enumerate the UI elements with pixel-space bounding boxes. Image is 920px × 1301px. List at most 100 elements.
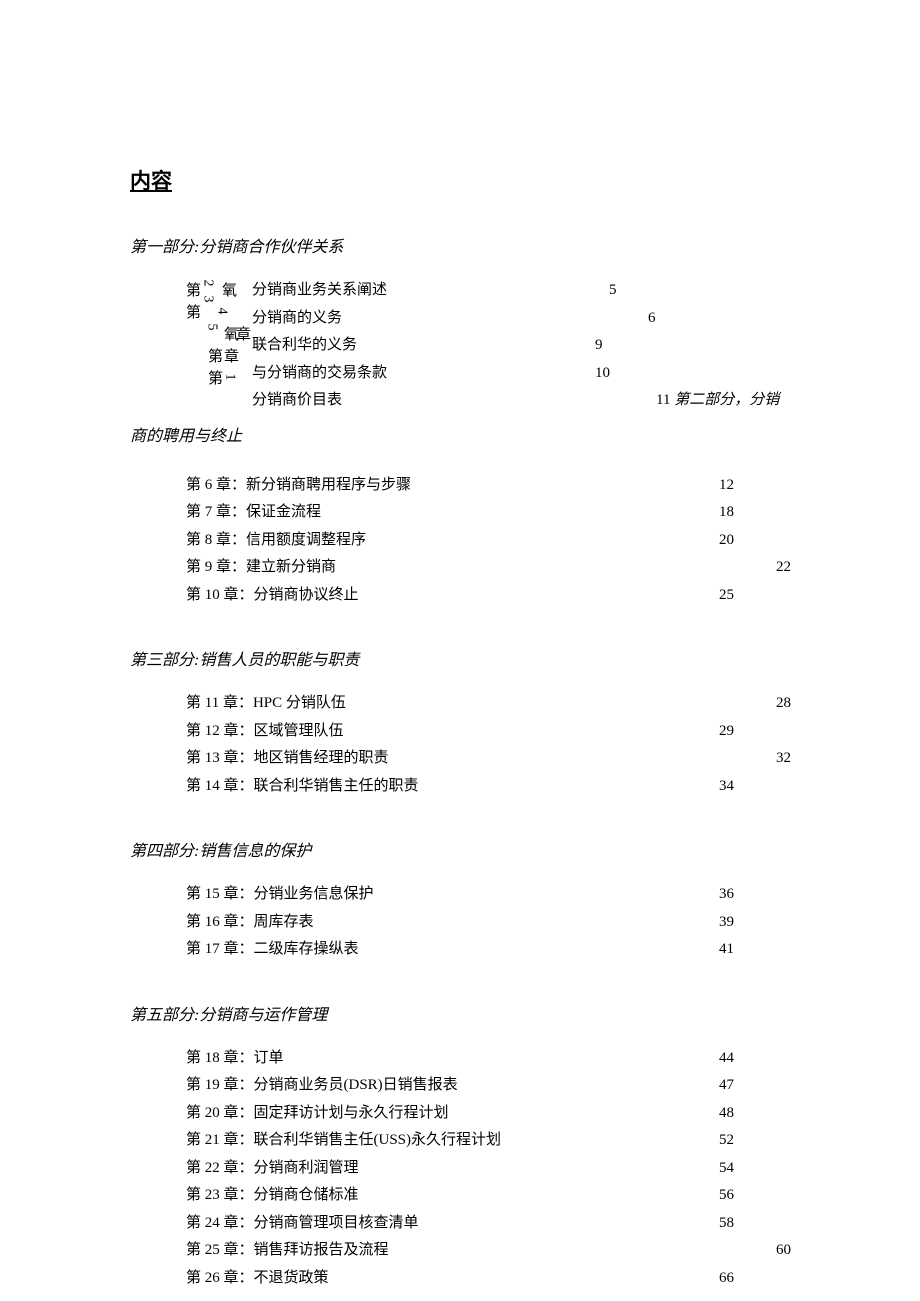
section-4-heading: 第四部分:销售信息的保护 [130,837,795,861]
page-title: 内容 [130,165,795,195]
toc-label: 第 7 章：保证金流程 [186,501,321,524]
toc-page-number: 47 [719,1074,734,1097]
toc-page-number: 39 [719,911,734,934]
toc-page-number: 28 [776,692,791,715]
toc-page-number: 52 [719,1129,734,1152]
toc-row: 第 23 章：分销商仓储标准 56 [186,1184,795,1207]
toc-page-number: 6 [648,307,656,330]
toc-section-5: 第 18 章：订单 44 第 19 章：分销商业务员(DSR)日销售报表 47 … [186,1047,795,1290]
toc-row: 第 12 章：区域管理队伍 29 [186,720,795,743]
toc-page-number: 48 [719,1102,734,1125]
toc-page-number: 66 [719,1267,734,1290]
toc-page-number: 20 [719,529,734,552]
toc-row: 与分销商的交易条款 10 [252,362,795,385]
toc-page-number: 54 [719,1157,734,1180]
toc-row: 第 20 章：固定拜访计划与永久行程计划 48 [186,1102,795,1125]
toc-label: 第 16 章：周库存表 [186,911,314,934]
chapter-number: 1 [222,374,238,381]
toc-label: 第 18 章：订单 [186,1047,284,1070]
toc-row: 第 14 章：联合利华销售主任的职责 34 [186,775,795,798]
toc-row: 分销商价目表 11 第二部分，分销 [252,389,795,412]
toc-row: 第 6 章：新分销商聘用程序与步骤 12 [186,474,795,497]
toc-row: 第 10 章：分销商协议终止 25 [186,584,795,607]
toc-section-2: 第 6 章：新分销商聘用程序与步骤 12 第 7 章：保证金流程 18 第 8 … [186,474,795,607]
toc-row: 第 8 章：信用额度调整程序 20 [186,529,795,552]
document-page: 内容 第一部分:分销商合作伙伴关系 第 第 第 第 2 3 4 5 1 氧 章 … [0,0,920,1289]
toc-page-number: 60 [776,1239,791,1262]
char-di: 第 [208,345,223,366]
toc-page-number: 12 [719,474,734,497]
toc-section-4: 第 15 章：分销业务信息保护 36 第 16 章：周库存表 39 第 17 章… [186,883,795,961]
toc-page-number: 36 [719,883,734,906]
toc-row: 第 22 章：分销商利润管理 54 [186,1157,795,1180]
toc-label: 第 8 章：信用额度调整程序 [186,529,366,552]
toc-label: 分销商业务关系阐述 [252,279,387,302]
section-2-heading-part2: 商的聘用与终止 [130,422,795,446]
toc-page-number: 58 [719,1212,734,1235]
chapter-number: 4 [214,308,230,315]
toc-row: 第 15 章：分销业务信息保护 36 [186,883,795,906]
toc-row: 第 9 章：建立新分销商 22 [186,556,795,579]
chapter-number: 5 [204,324,220,331]
toc-page-number: 25 [719,584,734,607]
toc-page-number: 5 [609,279,617,302]
toc-label: 第 12 章：区域管理队伍 [186,720,344,743]
toc-label: 第 13 章：地区销售经理的职责 [186,747,389,770]
toc-row: 分销商的义务 6 [252,307,795,330]
toc-row: 第 18 章：订单 44 [186,1047,795,1070]
chapter-number: 2 [200,280,216,287]
section-2-heading-part1: 第二部分，分销 [674,392,779,408]
toc-row: 第 26 章：不退货政策 66 [186,1267,795,1290]
toc-label: 第 24 章：分销商管理项目核查清单 [186,1212,419,1235]
toc-label: 第 26 章：不退货政策 [186,1267,329,1290]
toc-label: 第 11 章：HPC 分销队伍 [186,692,346,715]
toc-section-1: 第 第 第 第 2 3 4 5 1 氧 章 章 氧 分销商业务关系阐述 5 分销… [186,279,795,412]
toc-label: 第 21 章：联合利华销售主任(USS)永久行程计划 [186,1129,501,1152]
toc-page-number: 34 [719,775,734,798]
toc-row: 第 13 章：地区销售经理的职责 32 [186,747,795,770]
toc-label: 第 17 章：二级库存操纵表 [186,938,359,961]
toc-row: 第 11 章：HPC 分销队伍 28 [186,692,795,715]
toc-row: 分销商业务关系阐述 5 [252,279,795,302]
toc-label: 第 6 章：新分销商聘用程序与步骤 [186,474,411,497]
toc-label: 联合利华的义务 [252,334,357,357]
char-zhang: 章 [224,345,239,366]
toc-label: 第 15 章：分销业务信息保护 [186,883,374,906]
toc-label: 第 22 章：分销商利润管理 [186,1157,359,1180]
toc-page-number: 32 [776,747,791,770]
toc-row: 第 17 章：二级库存操纵表 41 [186,938,795,961]
toc-row: 第 25 章：销售拜访报告及流程 60 [186,1239,795,1262]
toc-row: 第 16 章：周库存表 39 [186,911,795,934]
char-di: 第 [186,301,201,322]
toc-row: 第 7 章：保证金流程 18 [186,501,795,524]
toc-label: 第 10 章：分销商协议终止 [186,584,359,607]
toc-item-list: 分销商业务关系阐述 5 分销商的义务 6 联合利华的义务 9 与分销商的交易条款… [252,279,795,412]
char-zhang: 氧 [222,279,237,300]
section-3-heading: 第三部分:销售人员的职能与职责 [130,646,795,670]
toc-label: 与分销商的交易条款 [252,362,387,385]
toc-page-number: 10 [595,362,610,385]
toc-page-number: 11 第二部分，分销 [656,389,779,412]
toc-label: 第 25 章：销售拜访报告及流程 [186,1239,389,1262]
chapter-number: 3 [200,296,216,303]
toc-label: 第 9 章：建立新分销商 [186,556,336,579]
toc-label: 第 14 章：联合利华销售主任的职责 [186,775,419,798]
toc-section-3: 第 11 章：HPC 分销队伍 28 第 12 章：区域管理队伍 29 第 13… [186,692,795,797]
toc-label: 第 20 章：固定拜访计划与永久行程计划 [186,1102,449,1125]
toc-page-number: 56 [719,1184,734,1207]
toc-row: 联合利华的义务 9 [252,334,795,357]
toc-label: 分销商的义务 [252,307,342,330]
toc-page-number: 18 [719,501,734,524]
toc-page-number: 41 [719,938,734,961]
toc-page-number: 44 [719,1047,734,1070]
toc-label: 第 23 章：分销商仓储标准 [186,1184,359,1207]
toc-row: 第 19 章：分销商业务员(DSR)日销售报表 47 [186,1074,795,1097]
toc-row: 第 24 章：分销商管理项目核查清单 58 [186,1212,795,1235]
toc-page-number: 29 [719,720,734,743]
char-zhang: 氧 [224,323,239,344]
section-1-heading: 第一部分:分销商合作伙伴关系 [130,233,795,257]
toc-page-number-text: 11 [656,392,670,408]
chapter-number-stack: 第 第 第 第 2 3 4 5 1 氧 章 章 氧 [186,279,236,389]
toc-page-number: 22 [776,556,791,579]
toc-label: 分销商价目表 [252,389,342,412]
